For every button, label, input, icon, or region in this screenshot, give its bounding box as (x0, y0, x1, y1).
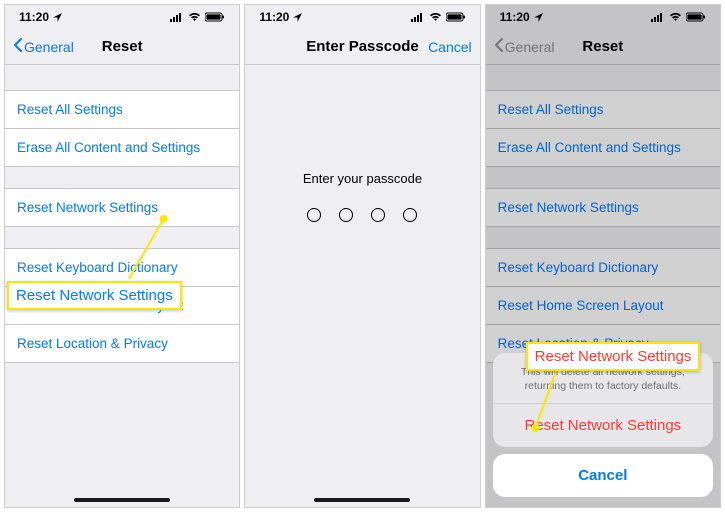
wifi-icon (188, 12, 201, 22)
action-sheet: This will delete all network settings, r… (493, 353, 713, 497)
sheet-block: This will delete all network settings, r… (493, 353, 713, 447)
chevron-left-icon (494, 38, 503, 55)
passcode-area: Enter your passcode (245, 65, 479, 507)
chevron-left-icon (13, 38, 22, 55)
wifi-icon (669, 12, 682, 22)
signal-icon (411, 12, 425, 22)
reset-home-screen-layout: Reset Home Screen Layout (486, 286, 720, 325)
back-label: General (24, 39, 74, 55)
status-time: 11:20 (19, 10, 49, 24)
screen-reset-settings: 11:20 General Reset Reset All (4, 4, 240, 508)
screen-passcode: 11:20 Enter Passcode Cancel Enter your p… (244, 4, 480, 508)
sheet-action-reset[interactable]: Reset Network Settings (493, 404, 713, 447)
back-label: General (505, 39, 555, 55)
wifi-icon (429, 12, 442, 22)
reset-all-settings: Reset All Settings (486, 90, 720, 129)
screen-confirm-sheet: 11:20 General Reset Reset All (485, 4, 721, 508)
signal-icon (651, 12, 665, 22)
reset-keyboard-dictionary: Reset Keyboard Dictionary (486, 248, 720, 287)
reset-list: Reset All Settings Erase All Content and… (486, 91, 720, 363)
back-button: General (494, 38, 555, 55)
nav-bar: General Reset (5, 29, 239, 65)
reset-all-settings[interactable]: Reset All Settings (5, 90, 239, 129)
nav-bar: General Reset (486, 29, 720, 65)
home-indicator[interactable] (314, 498, 410, 502)
location-icon (293, 13, 302, 22)
cancel-button[interactable]: Cancel (428, 39, 472, 55)
passcode-dot (403, 208, 417, 222)
battery-icon (205, 12, 225, 22)
passcode-dot (307, 208, 321, 222)
passcode-dot (339, 208, 353, 222)
passcode-prompt: Enter your passcode (303, 171, 422, 186)
passcode-dots[interactable] (307, 208, 417, 222)
back-button[interactable]: General (13, 38, 74, 55)
home-indicator[interactable] (74, 498, 170, 502)
status-bar: 11:20 (5, 5, 239, 29)
nav-bar: Enter Passcode Cancel (245, 29, 479, 65)
status-bar: 11:20 (245, 5, 479, 29)
erase-all-content[interactable]: Erase All Content and Settings (5, 128, 239, 167)
battery-icon (446, 12, 466, 22)
reset-home-screen-layout[interactable]: Reset Home Screen Layout (5, 286, 239, 325)
location-icon (53, 13, 62, 22)
passcode-dot (371, 208, 385, 222)
status-bar: 11:20 (486, 5, 720, 29)
reset-network-settings: Reset Network Settings (486, 188, 720, 227)
battery-icon (686, 12, 706, 22)
location-icon (534, 13, 543, 22)
reset-location-privacy[interactable]: Reset Location & Privacy (5, 324, 239, 363)
reset-keyboard-dictionary[interactable]: Reset Keyboard Dictionary (5, 248, 239, 287)
status-time: 11:20 (500, 10, 530, 24)
reset-network-settings[interactable]: Reset Network Settings (5, 188, 239, 227)
reset-list: Reset All Settings Erase All Content and… (5, 91, 239, 363)
erase-all-content: Erase All Content and Settings (486, 128, 720, 167)
sheet-cancel-button[interactable]: Cancel (493, 454, 713, 497)
signal-icon (170, 12, 184, 22)
status-time: 11:20 (259, 10, 289, 24)
sheet-message: This will delete all network settings, r… (493, 353, 713, 404)
